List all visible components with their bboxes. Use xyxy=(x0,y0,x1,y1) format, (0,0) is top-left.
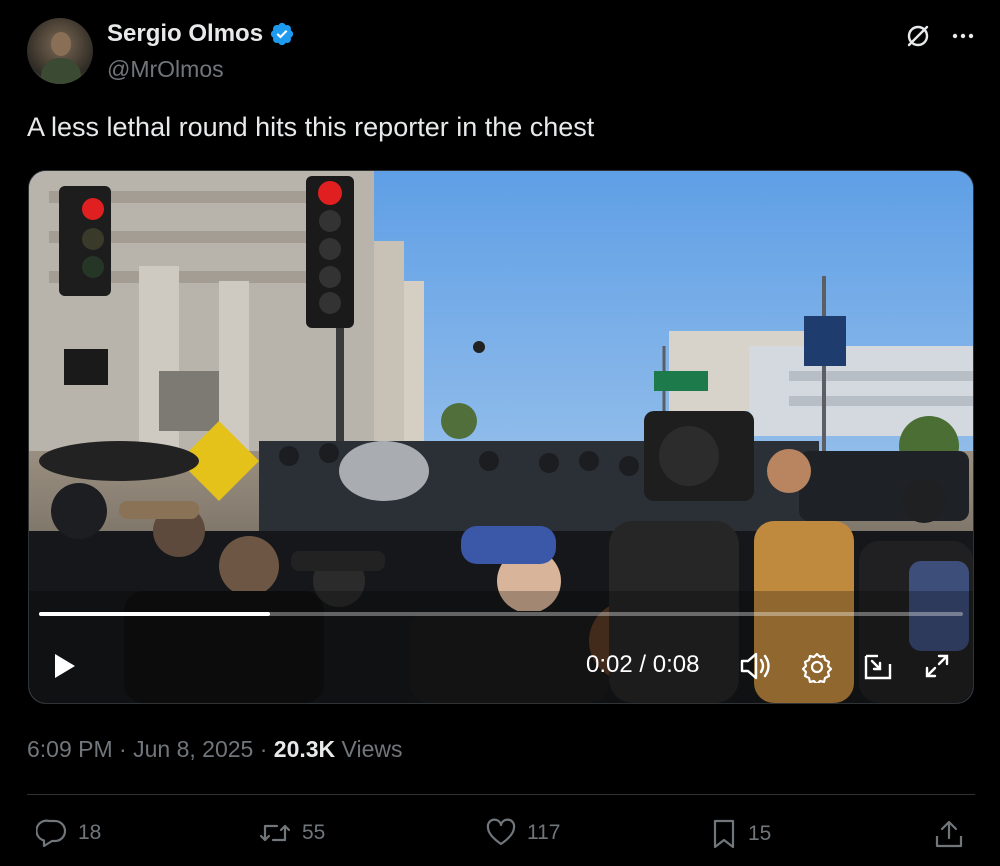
reply-button[interactable]: 18 xyxy=(36,818,101,848)
like-count: 117 xyxy=(527,821,561,844)
author-display-name[interactable]: Sergio Olmos xyxy=(107,20,263,48)
video-progress-fill xyxy=(39,612,270,616)
settings-icon[interactable] xyxy=(801,651,833,683)
more-options-icon[interactable] xyxy=(950,23,976,49)
heart-icon xyxy=(486,818,516,846)
verified-badge-icon xyxy=(270,22,294,46)
pip-icon[interactable] xyxy=(862,652,894,682)
bookmark-icon xyxy=(713,819,735,849)
play-icon[interactable] xyxy=(53,652,77,680)
top-actions xyxy=(904,22,976,50)
video-progress-bar[interactable] xyxy=(39,612,963,616)
share-icon xyxy=(935,820,963,848)
author-handle[interactable]: @MrOlmos xyxy=(107,56,224,83)
fullscreen-icon[interactable] xyxy=(923,652,951,680)
repost-icon xyxy=(259,824,291,842)
video-time-readout: 0:02 / 0:08 xyxy=(586,651,700,678)
views-label: Views xyxy=(341,736,403,762)
meta-separator: · xyxy=(119,736,134,762)
author-name-row: Sergio Olmos xyxy=(107,20,295,48)
grok-icon[interactable] xyxy=(904,22,932,50)
tweet-time[interactable]: 6:09 PM xyxy=(27,736,113,762)
share-button[interactable] xyxy=(934,818,964,850)
tweet-date[interactable]: Jun 8, 2025 xyxy=(133,736,253,762)
reply-count: 18 xyxy=(78,821,102,844)
meta-separator: · xyxy=(259,736,274,762)
bookmark-count: 15 xyxy=(748,822,772,845)
like-button[interactable]: 117 xyxy=(485,818,560,848)
divider xyxy=(27,794,975,795)
bookmark-button[interactable]: 15 xyxy=(710,818,771,850)
video-player[interactable]: 0:02 / 0:08 xyxy=(28,170,974,704)
avatar[interactable] xyxy=(27,18,93,84)
repost-count: 55 xyxy=(302,821,326,844)
video-frame xyxy=(29,171,973,703)
tweet-text: A less lethal round hits this reporter i… xyxy=(27,112,595,142)
reply-icon xyxy=(36,819,67,848)
volume-icon[interactable] xyxy=(739,651,773,681)
repost-button[interactable]: 55 xyxy=(258,818,325,848)
views-count: 20.3K xyxy=(273,736,336,762)
tweet-meta: 6:09 PM · Jun 8, 2025 · 20.3K Views xyxy=(27,736,402,763)
